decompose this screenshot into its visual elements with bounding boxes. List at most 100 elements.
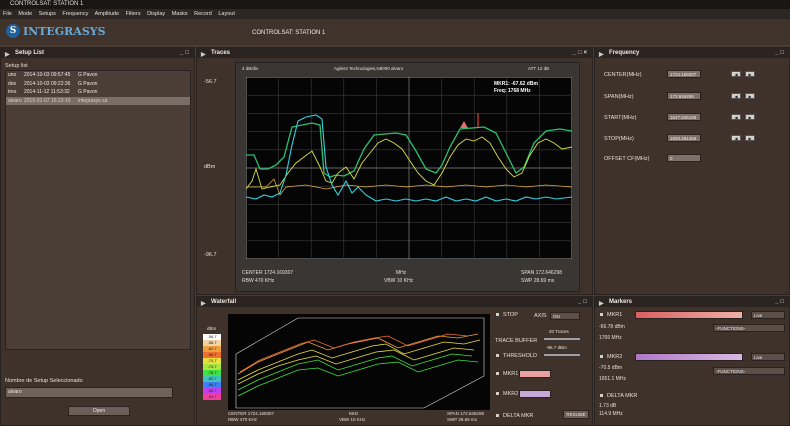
delta-checkbox[interactable] [495, 413, 500, 419]
list-item[interactable]: tres 2014-11-12 11:53:32 G Pavon [6, 88, 190, 97]
pin-icon[interactable]: ▶ [599, 50, 604, 60]
center-down-button[interactable]: ◀ [731, 71, 741, 77]
list-item-selected[interactable]: alvaro 2015-01-07 15:23:10 integrasys sa [6, 96, 190, 105]
mkr1-checkbox[interactable] [495, 371, 500, 377]
delta-mkr-control[interactable]: DELTA MKR [599, 393, 637, 399]
mkr1-control[interactable]: MKR1 [599, 312, 622, 318]
waterfall-plot[interactable] [228, 314, 490, 410]
open-button[interactable]: Open [68, 406, 130, 416]
center-freq-field[interactable]: 1724.169307 [667, 70, 701, 78]
spectrum-plot[interactable] [246, 77, 572, 259]
mkr1-checkbox[interactable] [599, 312, 604, 318]
axis-label: AXIS [534, 313, 547, 319]
trace-buffer-label: TRACE BUFFER [495, 338, 538, 344]
pin-icon[interactable]: ▶ [201, 299, 206, 309]
mkr2-freq: 1651.1 MHz [599, 376, 626, 382]
setup-name: tres [8, 89, 17, 95]
instrument-label: Agilent Technologies,N9000 alvaro [334, 66, 404, 71]
y-top-label: -56.7 [204, 79, 217, 85]
span-down-button[interactable]: ◀ [731, 93, 741, 99]
panel-controls[interactable]: _□ [180, 48, 191, 58]
stop-up-button[interactable]: ▶ [745, 135, 755, 141]
start-up-button[interactable]: ▶ [745, 114, 755, 120]
color-legend: -56.7 -58.7 -62.7 -66.7 -70.7 -74.7 -78.… [203, 334, 221, 400]
wf-delta-control[interactable]: DELTA MKR [495, 413, 533, 419]
setup-user: G Pavon [78, 72, 98, 78]
stop-control[interactable]: STOP [495, 312, 518, 318]
wf-mkr1-slider[interactable] [519, 370, 551, 378]
mkr1-functions-select[interactable]: -FUNCTIONS- [713, 324, 785, 332]
mkr2-level: -70.5 dBm [599, 365, 623, 371]
y-unit-label: dBm [204, 164, 216, 170]
wf-mkr1-control[interactable]: MKR1 [495, 371, 518, 377]
threshold-checkbox[interactable] [495, 353, 500, 359]
selected-setup-field[interactable]: alvaro [5, 387, 173, 398]
mkr1-freq: 1766 MHz [599, 335, 622, 341]
pin-icon[interactable]: ▶ [599, 299, 604, 309]
panel-controls[interactable]: _□× [573, 48, 589, 58]
panel-header: ▶ Frequency _□ [595, 48, 789, 58]
setup-user: G Pavon [78, 89, 98, 95]
setup-list-panel: ▶ Setup List _□ Setup list uno 2014-10-03… [0, 47, 195, 426]
axis-select[interactable]: ON [550, 312, 580, 320]
delta-mhz: 114.9 MHz [599, 411, 623, 417]
list-item[interactable]: dos 2014-10-03 09:22:36 G Pavon [6, 80, 190, 89]
mkr2-checkbox[interactable] [495, 391, 500, 397]
stop-freq-field[interactable]: 1820.491456 [667, 134, 701, 142]
threshold-control[interactable]: THRESHOLD [495, 353, 537, 359]
span-freq-label: SPAN(MHz) [604, 94, 634, 100]
mkr2-control[interactable]: MKR2 [599, 354, 622, 360]
pin-icon[interactable]: ▶ [201, 50, 206, 60]
list-item[interactable]: uno 2014-10-03 09:57:45 G Pavon [6, 71, 190, 80]
span-freq-field[interactable]: 172.646298 [667, 92, 701, 100]
mkr1-label: MKR1 [607, 312, 623, 318]
mkr1-slider[interactable] [635, 311, 743, 319]
selected-setup-label: Nombre de Setup Seleccionado [5, 378, 83, 384]
menu-mode[interactable]: Mode [18, 11, 32, 17]
traces-count-label: 20 Traces [549, 329, 569, 334]
panel-header: ▶ Markers _□ [595, 297, 789, 307]
setup-list-label: Setup list [5, 63, 28, 69]
panel-controls[interactable]: _□ [775, 297, 786, 307]
start-freq-field[interactable]: 1647.845158 [667, 113, 701, 121]
delta-mkr-checkbox[interactable] [599, 393, 604, 399]
pin-icon[interactable]: ▶ [5, 50, 10, 60]
menu-file[interactable]: File [3, 11, 12, 17]
markers-panel: ▶ Markers _□ MKR1 Live -66.78 dBm -FUNCT… [594, 296, 790, 426]
stop-checkbox[interactable] [495, 312, 500, 318]
offset-cf-field[interactable]: 0 [667, 154, 701, 162]
wf-swp-label: SWP 28.69 ms [447, 417, 477, 422]
trace-buffer-slider[interactable] [543, 337, 581, 341]
menu-setups[interactable]: Setups [39, 11, 56, 17]
menu-display[interactable]: Display [147, 11, 165, 17]
menu-masks[interactable]: Masks [172, 11, 188, 17]
center-up-button[interactable]: ▶ [745, 71, 755, 77]
mkr2-checkbox[interactable] [599, 354, 604, 360]
panel-title: Frequency [609, 50, 640, 56]
setup-name: dos [8, 80, 17, 87]
mkr2-slider[interactable] [635, 353, 743, 361]
wf-mkr2-control[interactable]: MKR2 [495, 391, 518, 397]
panel-controls[interactable]: _□ [578, 297, 589, 307]
frequency-panel: ▶ Frequency _□ CENTER(MHz) 1724.169307 ◀… [594, 47, 790, 295]
panel-controls[interactable]: _□ [775, 48, 786, 58]
start-down-button[interactable]: ◀ [731, 114, 741, 120]
menu-frequency[interactable]: Frequency [62, 11, 88, 17]
threshold-slider[interactable] [543, 353, 581, 357]
mkr2-mode-select[interactable]: Live [751, 353, 785, 361]
span-up-button[interactable]: ▶ [745, 93, 755, 99]
wf-mkr2-slider[interactable] [519, 390, 551, 398]
center-freq-label: CENTER(MHz) [604, 72, 642, 78]
mkr2-functions-select[interactable]: -FUNCTIONS- [713, 367, 785, 375]
menu-filters[interactable]: Filters [126, 11, 141, 17]
stop-down-button[interactable]: ◀ [731, 135, 741, 141]
resume-button[interactable]: RESUME [563, 410, 589, 419]
panel-title: Waterfall [211, 299, 237, 305]
wf-center-label: CENTER 1724.169307 [228, 411, 275, 416]
mkr1-mode-select[interactable]: Live [751, 311, 785, 319]
station-label: CONTROLSAT: STATION 1 [252, 30, 326, 36]
logo-text: INTEGRASYS [23, 24, 106, 38]
menu-amplitude[interactable]: Amplitude [95, 11, 119, 17]
menu-layout[interactable]: Layout [218, 11, 235, 17]
menu-record[interactable]: Record [194, 11, 212, 17]
